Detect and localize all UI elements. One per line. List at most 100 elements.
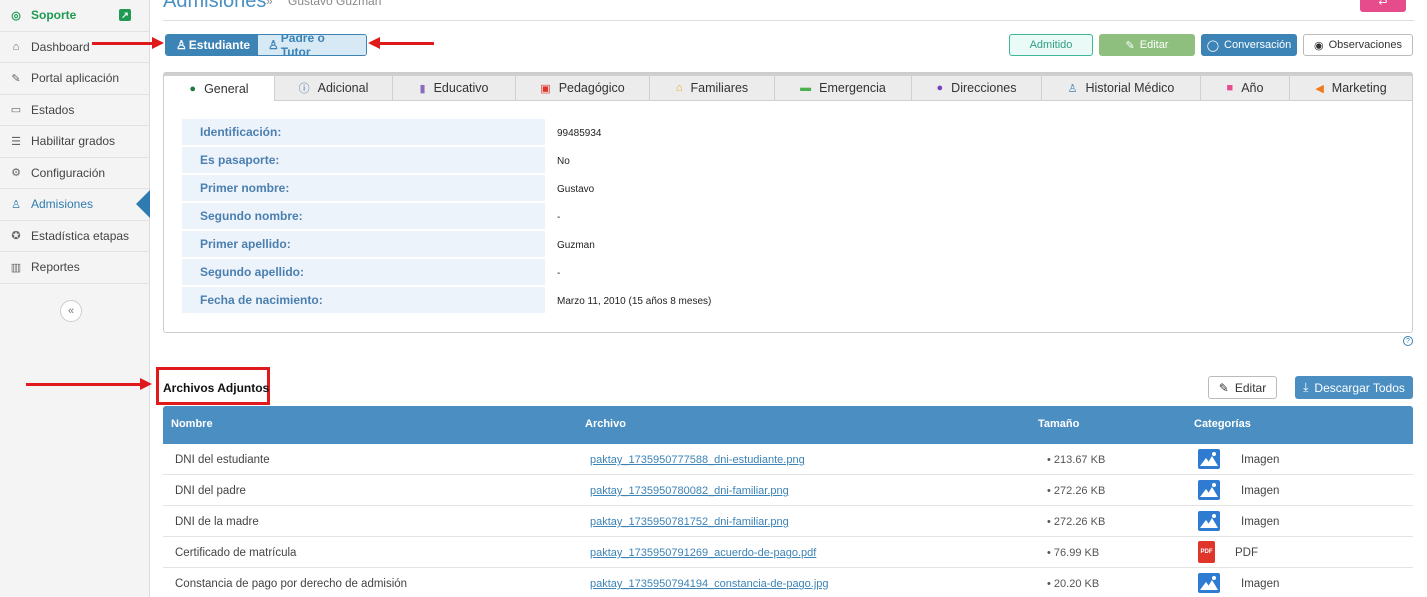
sidebar-item-portal[interactable]: ✎ Portal aplicación (0, 63, 149, 95)
attachments-table: Nombre Archivo Tamaño Categorías DNI del… (163, 406, 1413, 597)
info-row-primer-apellido: Primer apellido: Guzman (182, 231, 711, 259)
header-divider (163, 20, 1414, 21)
active-indicator (136, 190, 150, 219)
info-value: No (557, 155, 570, 167)
back-button[interactable]: ↩ (1360, 0, 1406, 12)
tab-label: Pedagógico (558, 81, 625, 95)
back-arrow-icon: ↩ (1378, 0, 1388, 9)
tab-general[interactable]: ● General (164, 73, 275, 101)
info-value: - (557, 267, 561, 279)
file-name: Constancia de pago por derecho de admisi… (175, 578, 408, 590)
tab-historial-medico[interactable]: ♙ Historial Médico (1042, 73, 1201, 101)
tab-pedagogico[interactable]: ▣ Pedagógico (516, 73, 650, 101)
student-toggle-button[interactable]: ♙ Estudiante (166, 35, 258, 55)
help-icon[interactable]: ? (1403, 336, 1413, 346)
sidebar-item-configuracion[interactable]: ⚙ Configuración (0, 158, 149, 189)
tab-label: Año (1241, 81, 1264, 95)
info-row-segundo-apellido: Segundo apellido: - (182, 259, 711, 287)
file-category: PDF (1235, 547, 1258, 559)
table-row: Certificado de matrícula paktay_17359507… (163, 537, 1413, 568)
sidebar-item-label: Portal aplicación (31, 71, 120, 86)
tab-educativo[interactable]: ▮ Educativo (393, 73, 516, 101)
parent-toggle-button[interactable]: ♙ Padre o Tutor (258, 35, 366, 55)
file-link[interactable]: paktay_1735950780082_dni-familiar.png (590, 485, 789, 497)
user-icon: ♙ (176, 38, 187, 52)
tab-label: Educativo (433, 81, 489, 95)
admitido-status-button[interactable]: Admitido (1009, 34, 1093, 56)
download-all-button[interactable]: ⤓ Descargar Todos (1295, 376, 1413, 399)
attachments-edit-button[interactable]: ✎ Editar (1208, 376, 1277, 399)
page-title: Admisiones (163, 0, 267, 12)
column-header-archivo: Archivo (585, 418, 626, 430)
info-label: Identificación: (182, 119, 545, 145)
tab-familiares[interactable]: ⌂ Familiares (650, 73, 775, 101)
tab-label: Marketing (1331, 81, 1387, 95)
info-icon: ⓘ (298, 83, 310, 95)
info-label: Primer nombre: (182, 175, 545, 201)
tab-emergencia[interactable]: ▬ Emergencia (775, 73, 912, 101)
sidebar-item-dashboard[interactable]: ⌂ Dashboard (0, 32, 149, 63)
home-icon: ⌂ (12, 40, 20, 53)
breadcrumb-current: Gustavo Guzman (288, 0, 382, 8)
book-icon: ▮ (419, 82, 426, 95)
info-value: - (557, 211, 561, 223)
edit-label: Editar (1139, 39, 1169, 51)
edit-button[interactable]: ✎ Editar (1099, 34, 1195, 56)
tab-marketing[interactable]: ◀ Marketing (1290, 73, 1412, 101)
file-link[interactable]: paktay_1735950777588_dni-estudiante.png (590, 454, 805, 466)
tab-ano[interactable]: ■ Año (1201, 73, 1290, 101)
sidebar-item-admisiones[interactable]: ♙ Admisiones (0, 189, 150, 221)
medal-icon: ✪ (11, 230, 21, 243)
breadcrumb: » Gustavo Guzman (266, 0, 381, 8)
info-row-segundo-nombre: Segundo nombre: - (182, 203, 711, 231)
column-header-nombre: Nombre (171, 418, 213, 430)
sidebar-item-label: Soporte (31, 8, 77, 23)
sidebar-item-reportes[interactable]: ▥ Reportes (0, 252, 149, 284)
sidebar-item-label: Configuración (31, 165, 106, 180)
collapse-sidebar-button[interactable]: « (60, 300, 82, 322)
table-row: Constancia de pago por derecho de admisi… (163, 568, 1413, 597)
info-row-fecha-nacimiento: Fecha de nacimiento: Marzo 11, 2010 (15 … (182, 287, 711, 315)
file-size: • 213.67 KB (1047, 454, 1106, 466)
sidebar-item-label: Reportes (31, 260, 80, 275)
sidebar-item-estados[interactable]: ▭ Estados (0, 95, 149, 126)
info-value: Gustavo (557, 183, 595, 195)
person-icon: ● (189, 82, 197, 95)
tab-label: Historial Médico (1085, 81, 1175, 95)
file-link[interactable]: paktay_1735950794194_constancia-de-pago.… (590, 578, 829, 590)
tab-adicional[interactable]: ⓘ Adicional (275, 73, 393, 101)
chat-bubble-icon: ◯ (1206, 39, 1220, 52)
sidebar-item-estadistica-etapas[interactable]: ✪ Estadística etapas (0, 221, 149, 252)
gear-icon: ⚙ (11, 167, 21, 180)
info-label: Fecha de nacimiento: (182, 287, 545, 313)
sidebar-item-soporte[interactable]: ◎ Soporte ↗ (0, 0, 149, 32)
sidebar-item-habilitar-grados[interactable]: ☰ Habilitar grados (0, 126, 149, 158)
attachments-title: Archivos Adjuntos (163, 381, 270, 395)
lifebuoy-icon: ◎ (11, 9, 21, 22)
student-toggle-label: Estudiante (188, 38, 251, 52)
tab-direcciones[interactable]: ● Direcciones (912, 73, 1042, 101)
file-link[interactable]: paktay_1735950781752_dni-familiar.png (590, 516, 789, 528)
sidebar-item-label: Habilitar grados (31, 134, 116, 149)
tab-label: Emergencia (819, 81, 886, 95)
file-link[interactable]: paktay_1735950791269_acuerdo-de-pago.pdf (590, 547, 816, 559)
info-label: Es pasaporte: (182, 147, 545, 173)
users-icon: ♙ (268, 38, 279, 52)
table-row: DNI del padre paktay_1735950780082_dni-f… (163, 475, 1413, 506)
file-category: Imagen (1241, 578, 1280, 590)
sidebar-item-label: Admisiones (31, 197, 94, 212)
profile-toggle: ♙ Estudiante ♙ Padre o Tutor (165, 34, 367, 56)
sidebar: ◎ Soporte ↗ ⌂ Dashboard ✎ Portal aplicac… (0, 0, 150, 597)
info-label: Primer apellido: (182, 231, 545, 257)
bar-chart-icon: ▥ (10, 261, 22, 274)
image-icon (1198, 511, 1220, 531)
conversation-button[interactable]: ◯ Conversación (1201, 34, 1297, 56)
file-category: Imagen (1241, 454, 1280, 466)
annotation-arrow-attachments (26, 378, 152, 390)
medical-user-icon: ♙ (1067, 82, 1078, 95)
info-row-es-pasaporte: Es pasaporte: No (182, 147, 711, 175)
pdf-icon: PDF (1198, 541, 1215, 563)
house-icon: ⌂ (675, 82, 683, 94)
observations-button[interactable]: ◉ Observaciones (1303, 34, 1413, 56)
table-row: DNI de la madre paktay_1735950781752_dni… (163, 506, 1413, 537)
